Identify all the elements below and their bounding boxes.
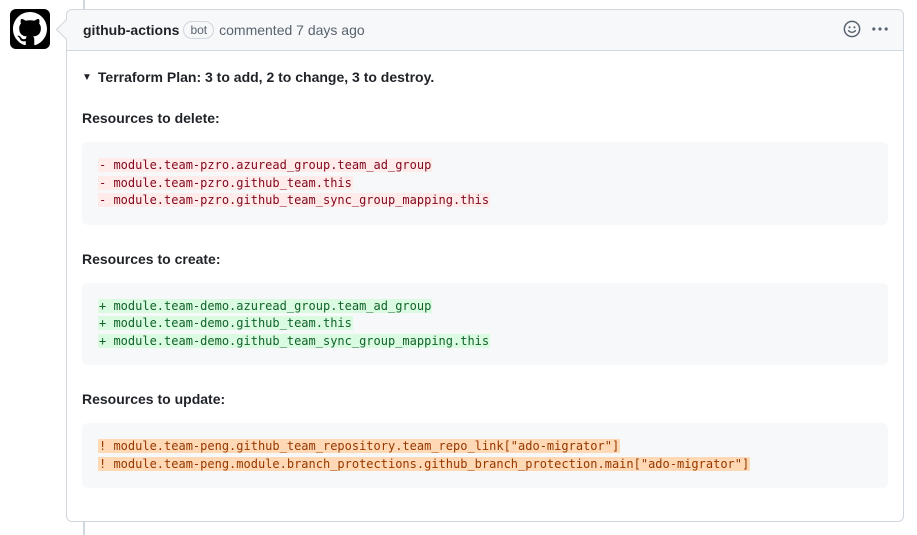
github-logo-icon (13, 12, 47, 46)
comment-box: github-actions bot commented 7 days ago (55, 9, 904, 522)
create-line: + module.team-demo.github_team_sync_grou… (98, 333, 491, 348)
plan-summary-toggle[interactable]: ▼ Terraform Plan: 3 to add, 2 to change,… (82, 69, 888, 85)
delete-line: - module.team-pzro.github_team_sync_grou… (98, 193, 491, 207)
delete-line: - module.team-pzro.github_team.this (98, 175, 353, 190)
comment-timestamp[interactable]: commented 7 days ago (219, 22, 365, 38)
create-line: + module.team-demo.azuread_group.team_ad… (98, 298, 433, 313)
delete-code-block: - module.team-pzro.azuread_group.team_ad… (82, 142, 888, 225)
update-line: ! module.team-peng.github_team_repositor… (98, 439, 621, 453)
header-actions (843, 20, 889, 38)
avatar[interactable] (10, 9, 50, 49)
create-heading: Resources to create: (82, 250, 221, 267)
comment-author[interactable]: github-actions (83, 22, 179, 38)
bot-badge: bot (183, 21, 215, 39)
kebab-horizontal-icon (872, 27, 888, 31)
comment-header: github-actions bot commented 7 days ago (67, 10, 903, 51)
delete-line: - module.team-pzro.azuread_group.team_ad… (98, 158, 433, 172)
update-code-block: ! module.team-peng.github_team_repositor… (82, 423, 888, 488)
create-line: + module.team-demo.github_team.this (98, 316, 353, 330)
more-options-button[interactable] (871, 20, 889, 38)
add-reaction-button[interactable] (843, 20, 861, 38)
delete-heading: Resources to delete: (82, 110, 220, 126)
smiley-icon (843, 20, 861, 38)
update-heading: Resources to update: (82, 391, 226, 407)
create-code-block: + module.team-demo.azuread_group.team_ad… (82, 282, 888, 365)
comment-body: ▼ Terraform Plan: 3 to add, 2 to change,… (67, 51, 903, 488)
triangle-down-icon: ▼ (82, 71, 92, 83)
plan-summary-text: Terraform Plan: 3 to add, 2 to change, 3… (97, 69, 435, 85)
update-line: ! module.team-peng.module.branch_protect… (98, 456, 751, 471)
